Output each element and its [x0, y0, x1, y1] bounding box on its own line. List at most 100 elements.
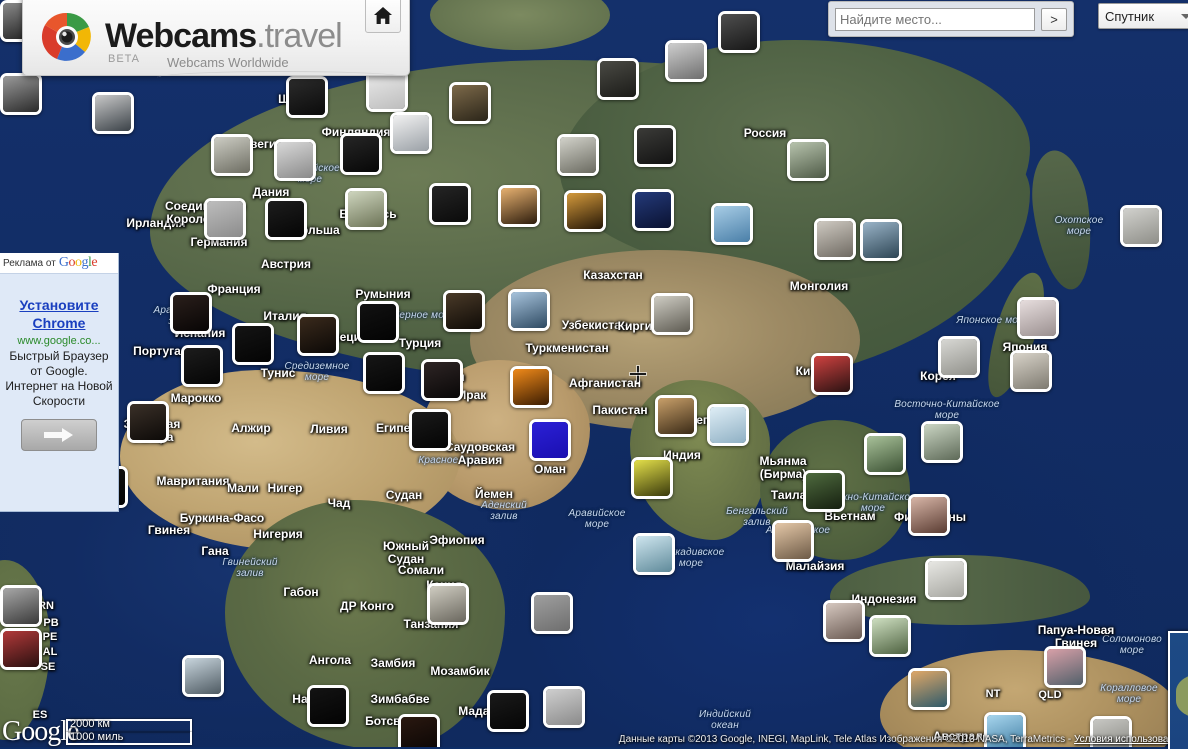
webcam-thumbnail-image — [924, 424, 960, 460]
webcam-thumbnail[interactable] — [921, 421, 963, 463]
webcam-thumbnail-image — [817, 221, 853, 257]
webcam-thumbnail[interactable] — [357, 301, 399, 343]
webcam-thumbnail[interactable] — [340, 133, 382, 175]
webcam-thumbnail-image — [412, 412, 448, 448]
webcam-thumbnail[interactable] — [170, 292, 212, 334]
webcam-thumbnail[interactable] — [925, 558, 967, 600]
webcam-thumbnail-image — [513, 369, 549, 405]
webcam-thumbnail-image — [130, 404, 166, 440]
webcam-thumbnail[interactable] — [564, 190, 606, 232]
google-ad-panel[interactable]: Реклама от Google Установите Chrome www.… — [0, 253, 119, 512]
webcam-thumbnail-image — [826, 603, 862, 639]
webcam-thumbnail[interactable] — [274, 139, 316, 181]
search-submit-button[interactable]: > — [1041, 7, 1067, 31]
webcam-thumbnail[interactable] — [631, 457, 673, 499]
webcam-thumbnail[interactable] — [127, 401, 169, 443]
ad-cta-button[interactable] — [21, 419, 97, 451]
webcam-thumbnail[interactable] — [265, 198, 307, 240]
webcam-thumbnail[interactable] — [443, 290, 485, 332]
home-button[interactable] — [365, 0, 401, 33]
search-panel[interactable]: > — [828, 1, 1074, 37]
map-type-selector[interactable]: Спутник — [1098, 3, 1188, 29]
webcam-thumbnail[interactable] — [557, 134, 599, 176]
search-input[interactable] — [835, 7, 1035, 31]
webcam-thumbnail[interactable] — [508, 289, 550, 331]
webcam-thumbnail[interactable] — [811, 353, 853, 395]
webcam-thumbnail-image — [806, 473, 842, 509]
webcam-thumbnail-image — [393, 115, 429, 151]
webcam-thumbnail-image — [214, 137, 250, 173]
webcam-thumbnail[interactable] — [543, 686, 585, 728]
webcam-thumbnail-image — [714, 206, 750, 242]
webcam-thumbnail[interactable] — [707, 404, 749, 446]
webcam-thumbnail[interactable] — [665, 40, 707, 82]
webcam-thumbnail[interactable] — [429, 183, 471, 225]
webcam-thumbnail[interactable] — [908, 494, 950, 536]
webcam-thumbnail-image — [3, 631, 39, 667]
webcam-thumbnail[interactable] — [449, 82, 491, 124]
webcam-thumbnail[interactable] — [814, 218, 856, 260]
webcam-thumbnail[interactable] — [398, 714, 440, 747]
webcam-thumbnail[interactable] — [1120, 205, 1162, 247]
webcam-thumbnail[interactable] — [908, 668, 950, 710]
webcam-thumbnail[interactable] — [823, 600, 865, 642]
webcam-thumbnail[interactable] — [1044, 646, 1086, 688]
webcam-thumbnail[interactable] — [632, 189, 674, 231]
webcam-thumbnail[interactable] — [487, 690, 529, 732]
webcam-thumbnail[interactable] — [498, 185, 540, 227]
webcam-thumbnail[interactable] — [651, 293, 693, 335]
webcam-thumbnail-image — [635, 192, 671, 228]
overview-minimap[interactable] — [1168, 631, 1188, 749]
webcam-thumbnail[interactable] — [427, 583, 469, 625]
webcam-thumbnail[interactable] — [0, 73, 42, 115]
webcam-thumbnail[interactable] — [938, 336, 980, 378]
map-canvas[interactable]: Средиземное море Гвинейский залив Аденский… — [0, 0, 1188, 747]
webcam-thumbnail-image — [300, 317, 336, 353]
webcam-thumbnail[interactable] — [634, 125, 676, 167]
webcam-thumbnail[interactable] — [772, 520, 814, 562]
webcam-thumbnail-image — [185, 658, 221, 694]
webcam-thumbnail[interactable] — [211, 134, 253, 176]
country-label: Нигерия — [253, 527, 303, 541]
webcam-thumbnail[interactable] — [1010, 350, 1052, 392]
sea-label: Аравийское море — [568, 508, 626, 530]
webcam-thumbnail[interactable] — [860, 219, 902, 261]
webcam-thumbnail[interactable] — [363, 352, 405, 394]
webcam-thumbnail[interactable] — [0, 585, 42, 627]
webcam-thumbnail[interactable] — [633, 533, 675, 575]
webcam-thumbnail-image — [310, 688, 346, 724]
webcam-thumbnail-image — [490, 693, 526, 729]
webcam-thumbnail[interactable] — [409, 409, 451, 451]
webcam-thumbnail[interactable] — [718, 11, 760, 53]
webcam-thumbnail-image — [3, 588, 39, 624]
webcam-thumbnail[interactable] — [182, 655, 224, 697]
country-label: ДР Конго — [340, 599, 394, 613]
webcam-thumbnail[interactable] — [510, 366, 552, 408]
webcam-thumbnail[interactable] — [345, 188, 387, 230]
webcam-thumbnail[interactable] — [232, 323, 274, 365]
webcam-thumbnail[interactable] — [787, 139, 829, 181]
country-label: Туркменистан — [525, 341, 609, 355]
site-logo-panel[interactable]: Webcams.travel BETA Webcams Worldwide — [22, 0, 410, 76]
webcam-thumbnail[interactable] — [531, 592, 573, 634]
webcam-thumbnail-image — [424, 362, 460, 398]
webcam-thumbnail[interactable] — [529, 419, 571, 461]
ad-title-link[interactable]: Установите Chrome — [4, 296, 114, 332]
region-code-label: QLD — [1038, 689, 1062, 701]
webcam-thumbnail[interactable] — [803, 470, 845, 512]
webcam-thumbnail[interactable] — [92, 92, 134, 134]
webcam-thumbnail[interactable] — [204, 198, 246, 240]
webcam-thumbnail[interactable] — [655, 395, 697, 437]
webcam-thumbnail[interactable] — [421, 359, 463, 401]
webcam-thumbnail[interactable] — [869, 615, 911, 657]
ad-description: Быстрый Браузер от Google. Интернет на Н… — [5, 349, 113, 408]
webcam-thumbnail[interactable] — [1017, 297, 1059, 339]
webcam-thumbnail[interactable] — [181, 345, 223, 387]
webcam-thumbnail[interactable] — [297, 314, 339, 356]
webcam-thumbnail[interactable] — [0, 628, 42, 670]
webcam-thumbnail[interactable] — [307, 685, 349, 727]
webcam-thumbnail[interactable] — [597, 58, 639, 100]
webcam-thumbnail[interactable] — [390, 112, 432, 154]
webcam-thumbnail[interactable] — [711, 203, 753, 245]
webcam-thumbnail[interactable] — [864, 433, 906, 475]
